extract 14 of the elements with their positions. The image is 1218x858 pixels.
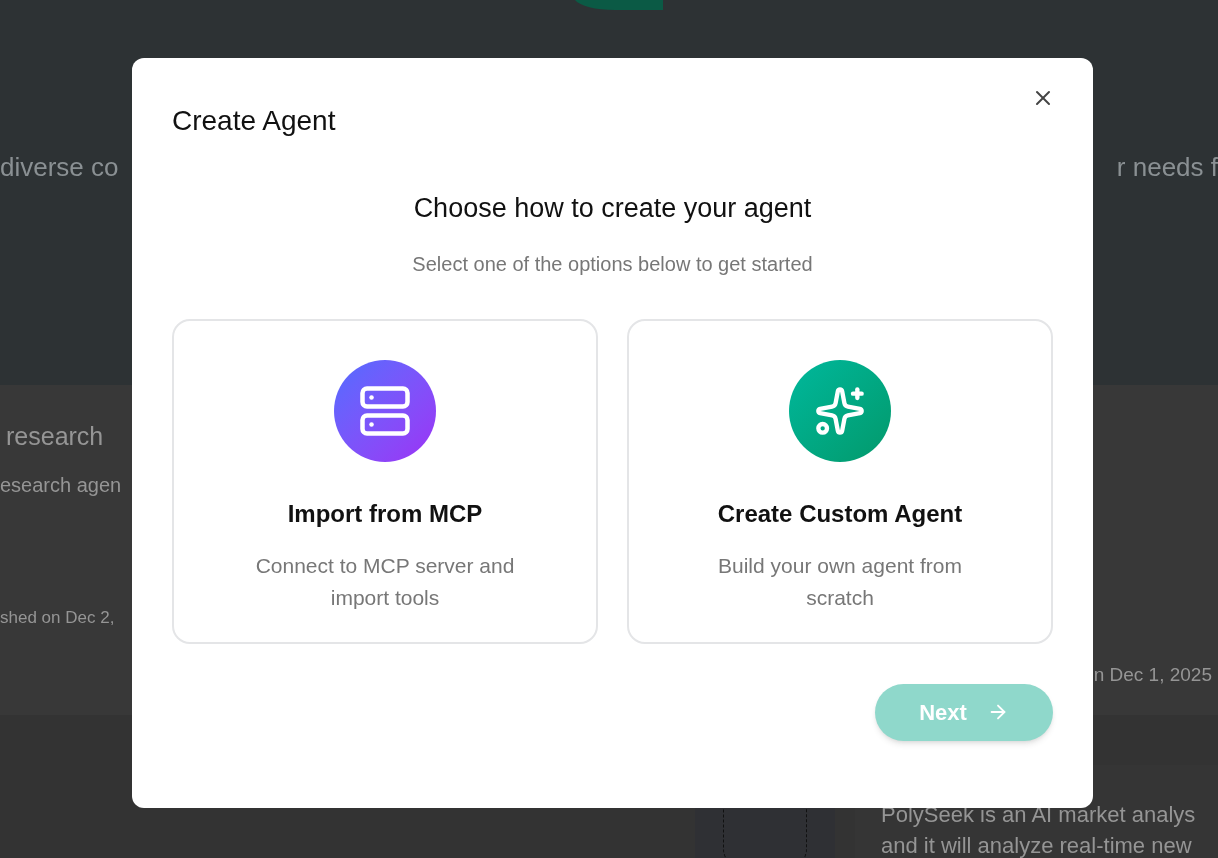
option-card[interactable]: Create Custom Agent Build your own agent from scratch: [627, 318, 1053, 644]
agent-description: and it will analyze real-time new: [881, 832, 1193, 858]
option-card[interactable]: Import from MCP Connect to MCP server and import tools: [172, 318, 598, 644]
logo-icon: [575, 0, 663, 10]
published-date: shed on Dec 2,: [0, 606, 116, 629]
intro-text: r needs f: [1116, 151, 1218, 184]
dialog-title: Create Agent: [172, 104, 336, 138]
dialog-subtitle: Select one of the options below to get started: [411, 251, 814, 277]
agent-description: esearch agen: [0, 472, 122, 498]
dialog-heading: Choose how to create your agent: [412, 192, 813, 225]
intro-text: diverse co: [0, 151, 119, 184]
agent-title: research: [6, 421, 105, 452]
agent-description: PolySeek is an AI market analys: [881, 801, 1197, 829]
published-date: n Dec 1, 2025: [1093, 662, 1212, 687]
